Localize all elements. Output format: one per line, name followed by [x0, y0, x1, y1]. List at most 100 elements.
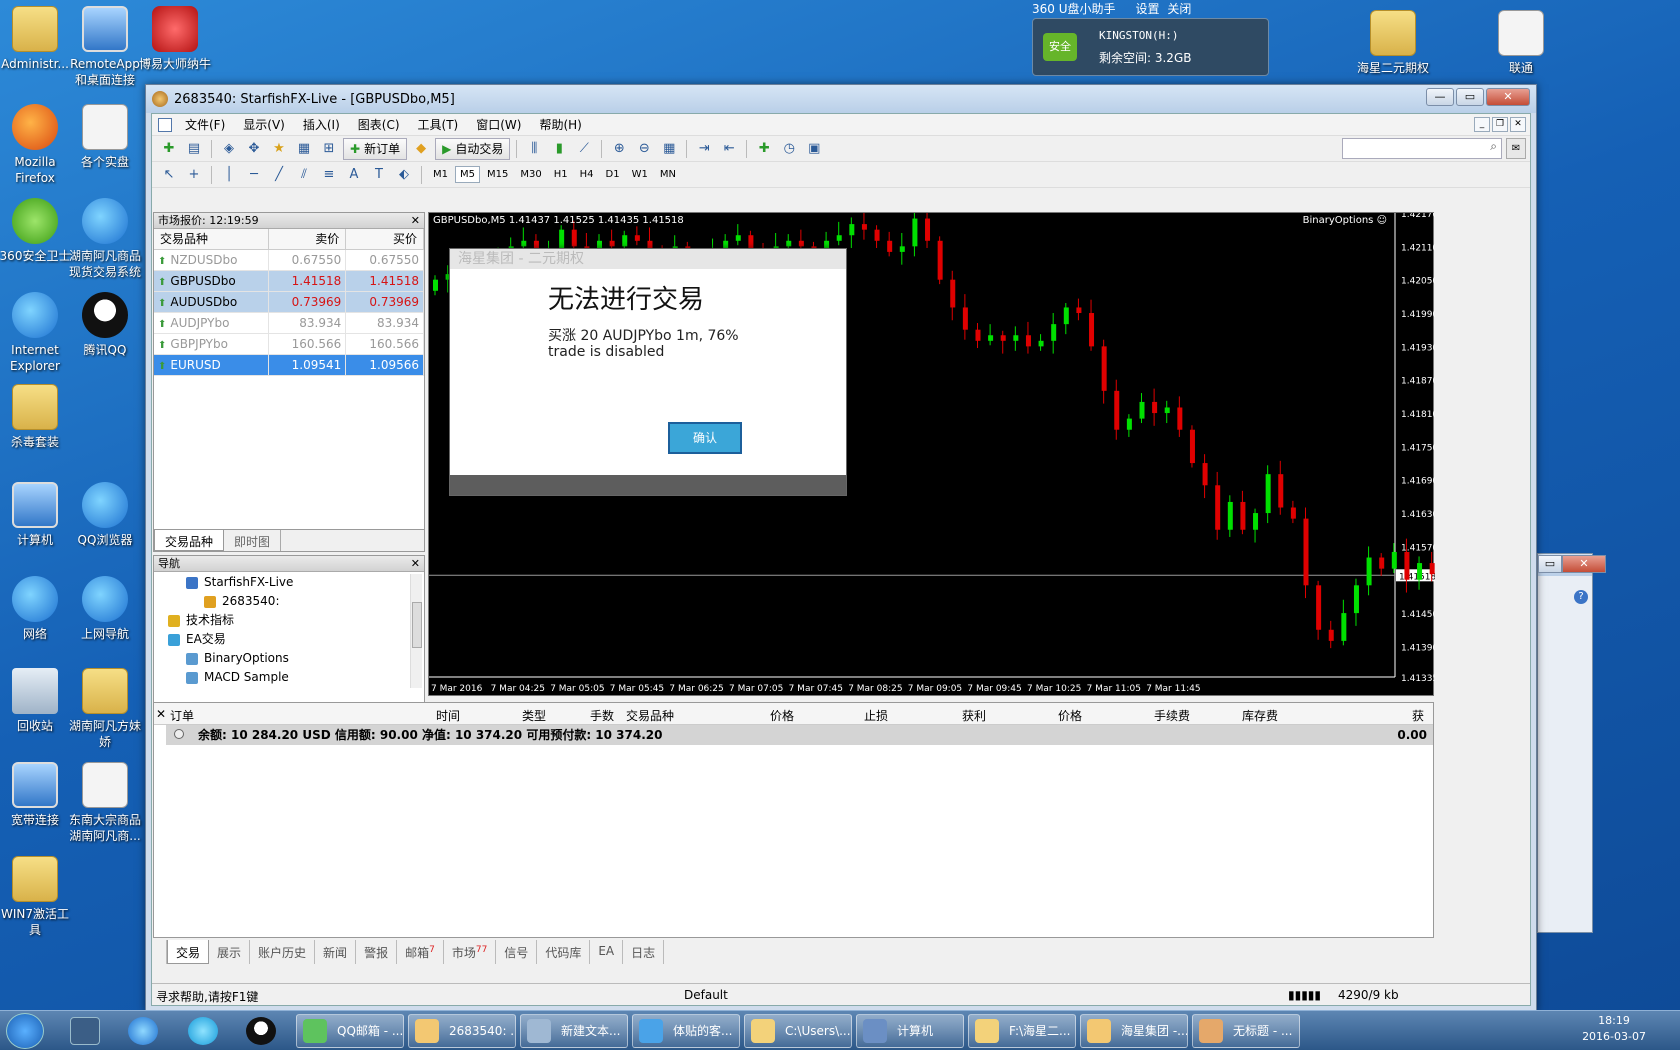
vertical-line-icon[interactable]: │	[218, 165, 240, 185]
timeframe-button[interactable]: D1	[601, 166, 625, 183]
usb-close-link[interactable]: 关闭	[1167, 2, 1191, 16]
strategy-tester-icon[interactable]: ⊞	[318, 139, 340, 159]
show-desktop-icon[interactable]	[70, 1017, 100, 1045]
navigator-item[interactable]: MACD Sample	[154, 668, 424, 686]
timeframe-button[interactable]: M1	[428, 166, 453, 183]
terminal-column-header[interactable]: 库存费	[1242, 707, 1278, 724]
taskbar-task[interactable]: 体贴的客...	[632, 1014, 740, 1048]
timeframe-button[interactable]: MN	[655, 166, 681, 183]
desktop-icon[interactable]: Internet Explorer	[0, 292, 75, 374]
terminal-column-header[interactable]: 时间	[436, 707, 460, 724]
data-window-icon[interactable]: ✥	[243, 139, 265, 159]
zoom-in-icon[interactable]: ⊕	[608, 139, 630, 159]
terminal-tab[interactable]: 新闻	[315, 940, 357, 964]
crosshair-icon[interactable]: +	[183, 165, 205, 185]
profiles-icon[interactable]: ▤	[183, 139, 205, 159]
taskbar-task[interactable]: 无标题 - ...	[1192, 1014, 1300, 1048]
bg-close-button[interactable]: ✕	[1562, 555, 1606, 573]
terminal-column-header[interactable]: 手数	[590, 707, 614, 724]
line-chart-icon[interactable]: ⟋	[573, 139, 595, 159]
terminal-tab[interactable]: EA	[590, 940, 624, 964]
terminal-tab[interactable]: 代码库	[537, 940, 591, 964]
periods-icon[interactable]: ◷	[778, 139, 800, 159]
desktop-icon[interactable]: 各个实盘	[65, 104, 145, 170]
mdi-restore-button[interactable]: ❐	[1492, 117, 1508, 132]
navigator-scrollbar[interactable]	[410, 574, 422, 688]
text-icon[interactable]: A	[343, 165, 365, 185]
terminal-column-header[interactable]: 订单	[170, 707, 194, 724]
clock[interactable]: 18:19 2016-03-07	[1582, 1013, 1646, 1045]
terminal-column-header[interactable]: 止损	[864, 707, 888, 724]
terminal-tab[interactable]: 信号	[496, 940, 538, 964]
taskbar-task[interactable]: F:\海星二...	[968, 1014, 1076, 1048]
market-tab[interactable]: 即时图	[224, 530, 282, 551]
bg-maximize-button[interactable]: ▭	[1538, 555, 1562, 573]
terminal-column-header[interactable]: 手续费	[1154, 707, 1190, 724]
desktop-icon[interactable]: 湖南阿凡商品现货交易系统	[65, 198, 145, 280]
col-symbol[interactable]: 交易品种	[154, 229, 269, 250]
navigator-item[interactable]: 2683540:	[154, 592, 424, 611]
terminal-tab[interactable]: 邮箱7	[397, 940, 444, 964]
trendline-icon[interactable]: ╱	[268, 165, 290, 185]
maximize-button[interactable]: ▭	[1456, 88, 1484, 106]
autoscroll-icon[interactable]: ⇤	[718, 139, 740, 159]
desktop-icon[interactable]: 联通	[1481, 10, 1561, 76]
horizontal-line-icon[interactable]: ─	[243, 165, 265, 185]
terminal-column-header[interactable]: 类型	[522, 707, 546, 724]
market-tab[interactable]: 交易品种	[154, 530, 225, 551]
navigator-item[interactable]: StarfishFX-Live	[154, 573, 424, 592]
desktop-icon[interactable]: 海星二元期权	[1353, 10, 1433, 76]
new-chart-icon[interactable]: ✚	[158, 139, 180, 159]
quote-row[interactable]: ⬆ NZDUSDbo 0.67550 0.67550	[154, 249, 424, 271]
channel-icon[interactable]: ⫽	[293, 165, 315, 185]
zoom-out-icon[interactable]: ⊖	[633, 139, 655, 159]
col-ask[interactable]: 买价	[345, 229, 424, 250]
search-input[interactable]: ⌕	[1342, 138, 1502, 159]
quote-row[interactable]: ⬆ AUDUSDbo 0.73969 0.73969	[154, 291, 424, 313]
templates-icon[interactable]: ▣	[803, 139, 825, 159]
new-order-button[interactable]: ✚ 新订单	[343, 137, 408, 160]
qq-browser-icon[interactable]	[188, 1017, 218, 1045]
menu-item[interactable]: 插入(I)	[294, 116, 349, 133]
navigator-close-button[interactable]: ✕	[411, 556, 420, 572]
desktop-icon[interactable]: 宽带连接	[0, 762, 75, 828]
timeframe-button[interactable]: H4	[575, 166, 599, 183]
navigator-item[interactable]: BinaryOptions	[154, 649, 424, 668]
quote-row[interactable]: ⬆ GBPJPYbo 160.566 160.566	[154, 333, 424, 355]
taskbar-task[interactable]: QQ邮箱 - ...	[296, 1014, 404, 1048]
mdi-close-button[interactable]: ✕	[1510, 117, 1526, 132]
usb-drive-box[interactable]: 安全 KINGSTON(H:) 剩余空间: 3.2GB	[1032, 18, 1269, 76]
confirm-button[interactable]: 确认	[668, 422, 742, 454]
desktop-icon[interactable]: RemoteApp 和桌面连接	[65, 6, 145, 88]
desktop-icon[interactable]: 回收站	[0, 668, 75, 734]
arrows-icon[interactable]: ⬖	[393, 165, 415, 185]
desktop-icon[interactable]: 东南大宗商品湖南阿凡商...	[65, 762, 145, 844]
col-bid[interactable]: 卖价	[268, 229, 347, 250]
timeframe-button[interactable]: M15	[482, 166, 513, 183]
quote-row[interactable]: ⬆ EURUSD 1.09541 1.09566	[154, 354, 424, 376]
usb-settings-link[interactable]: 设置	[1136, 2, 1160, 16]
terminal-tab[interactable]: 市场77	[444, 940, 497, 964]
desktop-icon[interactable]: Administr...	[0, 6, 75, 72]
menu-item[interactable]: 显示(V)	[234, 116, 294, 133]
title-bar[interactable]: 2683540: StarfishFX-Live - [GBPUSDbo,M5]…	[146, 85, 1536, 113]
messages-icon[interactable]: ✉	[1506, 138, 1526, 159]
timeframe-button[interactable]: W1	[627, 166, 653, 183]
menu-item[interactable]: 文件(F)	[176, 116, 234, 133]
desktop-icon[interactable]: 博易大师纳牛	[135, 6, 215, 72]
desktop-icon[interactable]: Mozilla Firefox	[0, 104, 75, 186]
menu-item[interactable]: 工具(T)	[409, 116, 468, 133]
desktop-icon[interactable]: 360安全卫士	[0, 198, 75, 264]
candlestick-icon[interactable]: ▮	[548, 139, 570, 159]
desktop-icon[interactable]: 杀毒套装	[0, 384, 75, 450]
desktop-icon[interactable]: 湖南阿凡方妹娇	[65, 668, 145, 750]
close-button[interactable]: ✕	[1486, 88, 1530, 106]
navigator-item[interactable]: 技术指标	[154, 611, 424, 630]
terminal-tab[interactable]: 日志	[623, 940, 665, 964]
timeframe-button[interactable]: M30	[515, 166, 546, 183]
text-label-icon[interactable]: T	[368, 165, 390, 185]
navigator-icon[interactable]: ★	[268, 139, 290, 159]
metaeditor-icon[interactable]: ◆	[410, 139, 432, 159]
terminal-close-button[interactable]: ✕	[156, 707, 166, 721]
help-icon[interactable]: ?	[1574, 590, 1588, 604]
